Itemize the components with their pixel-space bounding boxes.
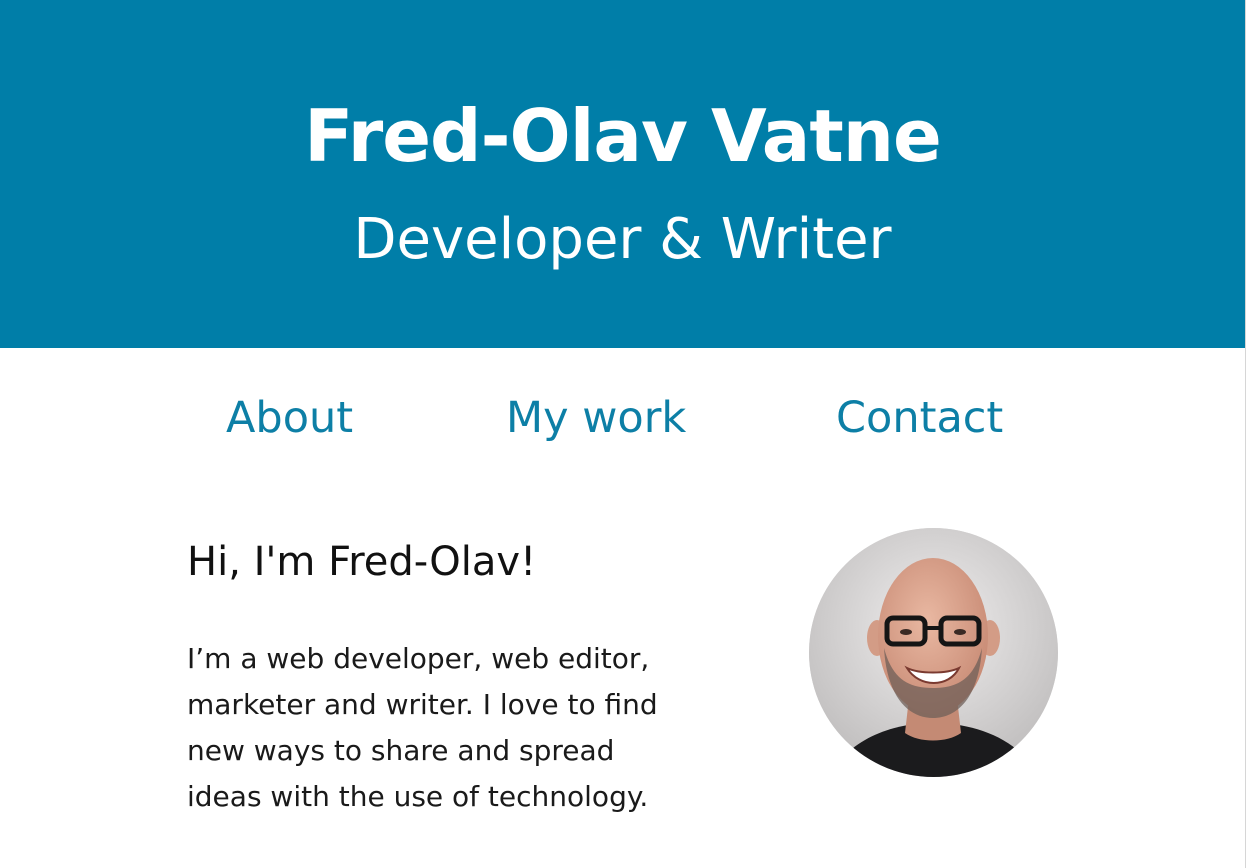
nav-link-my-work[interactable]: My work	[506, 388, 686, 448]
nav-link-contact[interactable]: Contact	[836, 388, 1003, 448]
bio-line: marketer and writer. I love to find	[187, 688, 658, 721]
bio-line: ideas with the use of technology.	[187, 780, 649, 813]
bio-line: I’m a web developer, web editor,	[187, 642, 650, 675]
intro-heading: Hi, I'm Fred-Olav!	[187, 539, 537, 585]
profile-photo-icon	[809, 528, 1058, 777]
site-title: Fred-Olav Vatne	[304, 94, 942, 178]
bio-line: new ways to share and spread	[187, 734, 615, 767]
intro-bio: I’m a web developer, web editor, markete…	[187, 636, 707, 820]
avatar	[809, 528, 1058, 777]
nav-link-about[interactable]: About	[226, 388, 353, 448]
site-tagline: Developer & Writer	[353, 207, 892, 272]
site-header: Fred-Olav Vatne Developer & Writer	[0, 0, 1245, 348]
page: Fred-Olav Vatne Developer & Writer About…	[0, 0, 1246, 868]
